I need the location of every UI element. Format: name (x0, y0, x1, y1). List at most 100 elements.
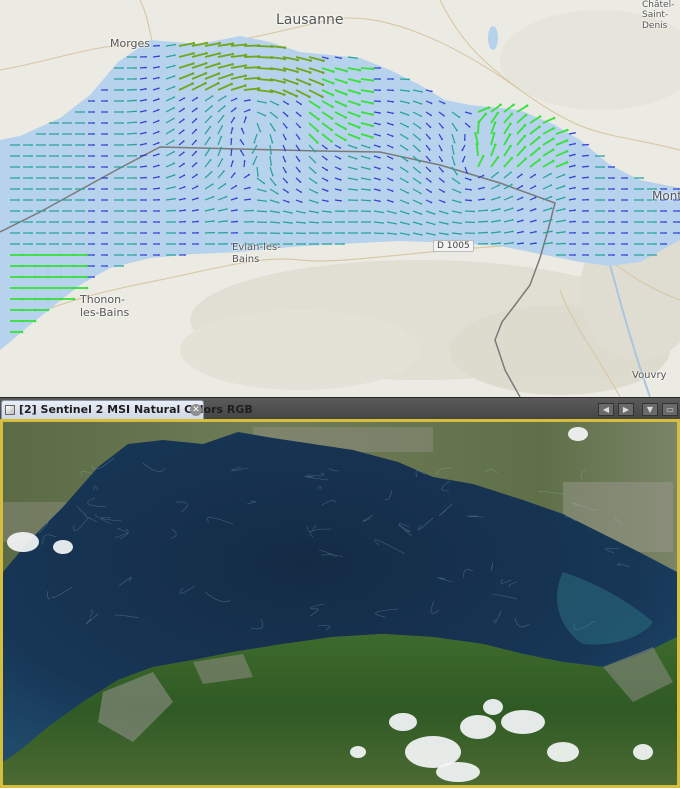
current-arrow-head (493, 121, 497, 124)
current-arrow (152, 187, 160, 190)
current-arrow-head (475, 142, 479, 146)
current-arrow-head (356, 221, 358, 223)
current-arrow-head (394, 222, 397, 225)
current-arrow-head (521, 185, 524, 187)
current-arrow-head (332, 70, 335, 73)
current-arrow-head (57, 144, 59, 146)
current-arrow-head (538, 115, 542, 118)
current-map-view[interactable]: Lausanne Morges Châtel- Saint- Denis Mon… (0, 0, 680, 397)
current-arrow-head (85, 275, 89, 279)
current-arrow-head (33, 253, 37, 257)
current-arrow-head (212, 208, 215, 210)
current-arrow-head (642, 210, 644, 212)
current-arrow-head (210, 115, 213, 118)
image-viewer-tabbar: [2] Sentinel 2 MSI Natural Colors RGB ✕ … (0, 397, 680, 420)
current-arrow-head (195, 150, 198, 153)
current-arrow (373, 232, 384, 235)
current-arrow (269, 221, 280, 224)
current-arrow-head (135, 188, 137, 190)
current-arrow-head (344, 104, 348, 108)
current-arrow-head (233, 117, 236, 119)
current-arrow-head (340, 57, 342, 60)
current-arrow-head (574, 132, 576, 134)
current-arrow-head (550, 184, 553, 187)
current-arrow-head (135, 121, 137, 124)
arrow-left-icon[interactable]: ◀ (598, 403, 614, 416)
current-arrow-head (587, 187, 589, 190)
current-arrow-head (408, 90, 410, 92)
current-arrow-head (31, 199, 33, 201)
current-arrow-head (270, 164, 273, 166)
current-arrow-head (316, 192, 318, 194)
current-arrow-head (299, 181, 302, 183)
current-arrow-head (524, 157, 527, 161)
current-arrow-head (157, 141, 160, 144)
current-arrow-head (406, 137, 409, 140)
current-arrow-head (291, 232, 293, 235)
current-arrow-head (213, 220, 215, 222)
current-arrow-head (264, 114, 267, 117)
current-arrow-head (603, 188, 605, 190)
current-arrow-head (460, 233, 462, 235)
current-arrow-head (145, 243, 147, 245)
current-arrow-head (158, 210, 160, 212)
current-arrow-head (265, 232, 267, 235)
current-arrow-head (603, 232, 605, 234)
current-arrow-head (284, 160, 287, 163)
current-arrow-head (420, 90, 423, 93)
current-arrow-head (486, 209, 488, 212)
arrow-right-icon[interactable]: ▶ (618, 403, 634, 416)
current-arrow-head (344, 138, 347, 142)
dropdown-icon[interactable]: ▼ (642, 403, 658, 416)
current-arrow-head (83, 177, 85, 179)
current-arrow-head (225, 208, 228, 211)
current-arrow-head (235, 97, 238, 100)
current-arrow-head (57, 133, 59, 135)
sentinel2-image-view[interactable] (0, 419, 680, 788)
current-arrow-head (550, 195, 553, 198)
current-arrow-head (106, 133, 108, 135)
current-arrow-head (330, 243, 332, 245)
current-arrow-head (511, 207, 514, 210)
current-arrow-head (122, 188, 124, 190)
current-arrow-head (566, 128, 569, 132)
current-arrow-head (317, 232, 319, 235)
current-arrow-head (356, 199, 358, 202)
current-arrow (126, 121, 137, 124)
maximize-icon[interactable]: ▭ (662, 403, 678, 416)
current-arrow-head (309, 59, 312, 62)
current-arrow-head (613, 221, 615, 223)
current-arrow-head (184, 232, 186, 234)
current-arrow-head (158, 243, 160, 245)
current-arrow-head (470, 199, 472, 202)
cloud (389, 713, 417, 731)
close-icon[interactable]: ✕ (190, 404, 202, 416)
current-arrow-head (265, 210, 267, 213)
current-arrow-head (498, 184, 500, 187)
current-arrow-head (642, 199, 644, 201)
current-arrow-head (552, 137, 555, 141)
current-arrow-head (106, 210, 108, 212)
current-arrow-head (57, 232, 59, 234)
current-arrow-head (145, 66, 147, 69)
current-arrow-head (603, 177, 605, 179)
current-arrow (243, 209, 254, 212)
current-arrow (178, 209, 186, 212)
current-arrow-head (158, 221, 160, 223)
current-arrow-head (340, 199, 342, 202)
current-arrow-head (33, 297, 37, 301)
current-arrow-head (443, 191, 446, 193)
current-arrow-head (135, 56, 137, 58)
current-arrow-head (494, 143, 497, 147)
current-arrow-head (173, 96, 176, 99)
current-arrow-head (31, 232, 33, 234)
current-arrow-head (537, 136, 541, 139)
current-arrow-head (371, 79, 375, 82)
current-arrow-head (106, 144, 108, 146)
current-arrow (308, 221, 319, 224)
current-arrow-head (70, 243, 72, 245)
tab-sentinel2-natural-colors[interactable]: [2] Sentinel 2 MSI Natural Colors RGB ✕ (1, 400, 253, 419)
current-arrow-head (626, 243, 628, 245)
current-arrow-head (106, 166, 108, 168)
current-arrow-head (230, 138, 233, 140)
